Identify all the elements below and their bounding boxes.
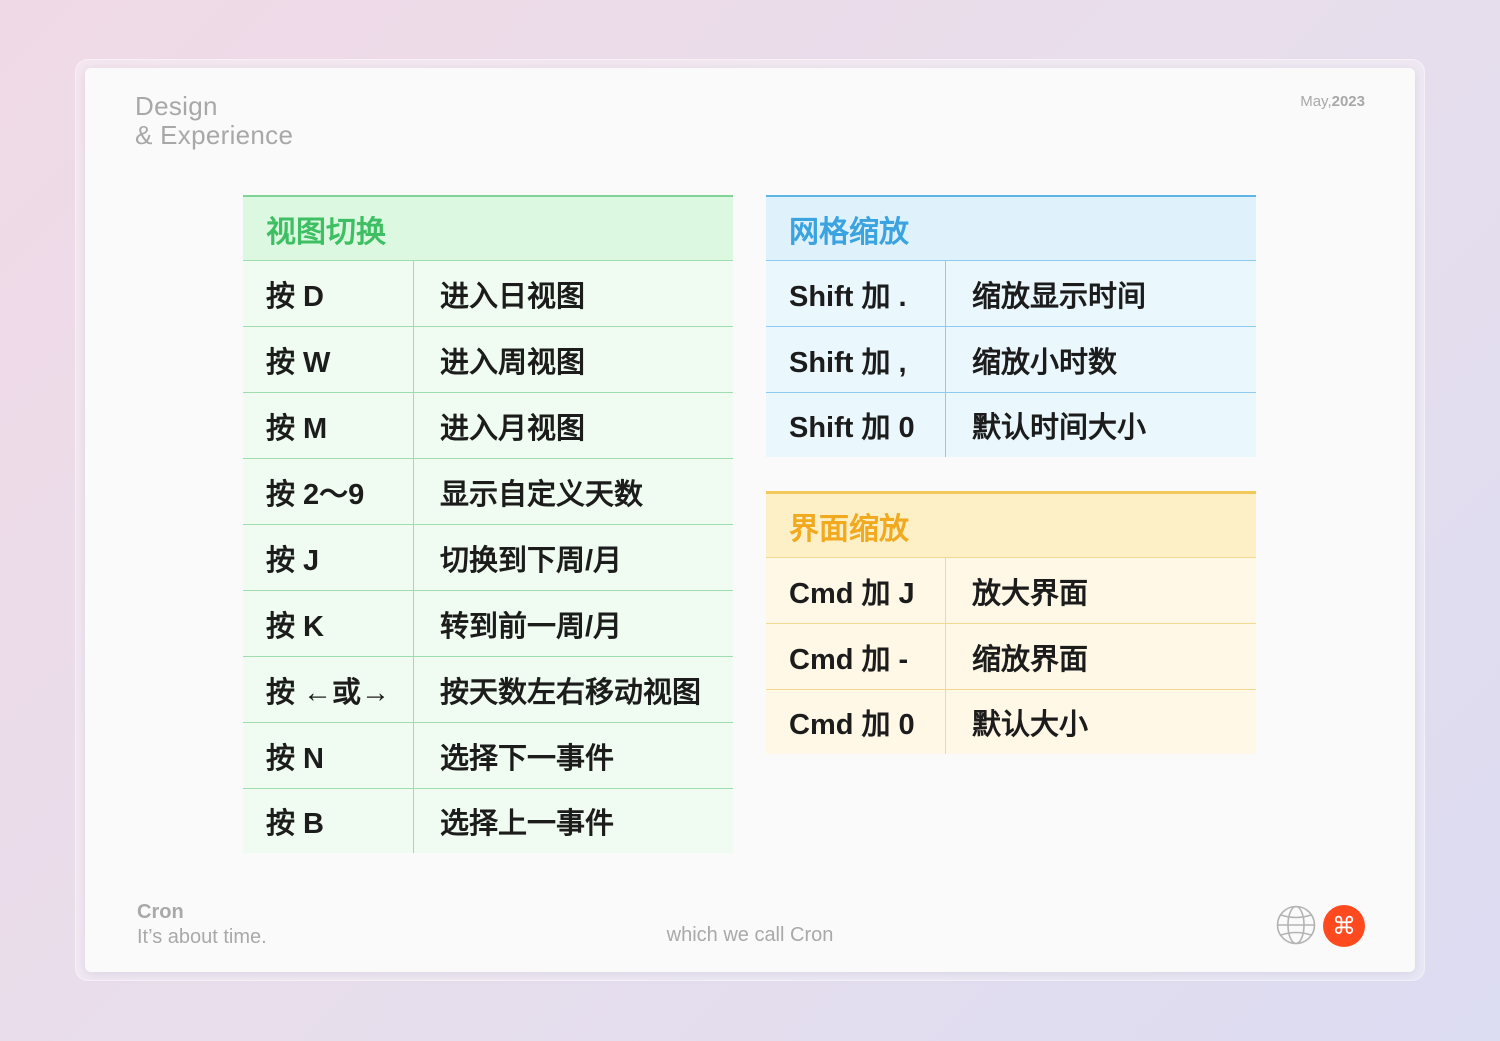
grid-zoom-table: 网格缩放 Shift 加 . 缩放显示时间 Shift 加 , 缩放小时数 Shif… [766,195,1256,457]
shortcut-key: 按 M [243,393,414,458]
table-row: Cmd 加 - 缩放界面 [766,624,1256,690]
shortcut-action: 缩放界面 [972,643,1089,676]
shortcut-key: 按 D [243,261,414,326]
app-name: Cron [137,901,184,923]
globe-icon[interactable] [1276,905,1316,945]
table-row: Cmd 加 0 默认大小 [766,690,1256,754]
brand-line-2: & Experience [135,120,294,150]
shortcut-key: 按 W [243,327,414,392]
date-month: May, [1300,93,1332,110]
shortcut-action: 缩放显示时间 [972,280,1147,313]
table-row: Shift 加 0 默认时间大小 [766,393,1256,457]
table-row: 按 D 进入日视图 [243,261,733,327]
shortcut-action: 选择上一事件 [440,808,615,840]
shortcut-key: Cmd 加 - [766,624,946,689]
shortcut-action: 转到前一周/月 [440,610,623,643]
shortcut-action: 默认时间大小 [972,412,1147,444]
shortcut-key: 按 J [243,525,414,590]
footer-center-text: which we call Cron [666,924,834,946]
shortcut-key: 按 N [243,723,414,788]
view-switch-table: 视图切换 按 D 进入日视图 按 W 进入周视图 按 M 进入月视图 按 2～9 显示自… [243,195,733,853]
shortcut-action: 显示自定义天数 [440,478,644,511]
shortcut-action: 切换到下周/月 [440,544,623,577]
shortcut-key: 按 2～9 [243,459,414,524]
table-row: 按 N 选择下一事件 [243,723,733,789]
shortcut-action: 进入日视图 [440,280,586,313]
shortcut-key: Cmd 加 0 [766,690,946,754]
shortcut-key: Shift 加 0 [766,393,946,457]
table-row: 按 J 切换到下周/月 [243,525,733,591]
shortcut-key: Cmd 加 J [766,558,946,623]
shortcut-key: 按 B [243,789,414,853]
table-row: Shift 加 . 缩放显示时间 [766,261,1256,327]
shortcut-key: 按 ←或→ [243,657,414,722]
shortcut-action: 进入月视图 [440,412,586,445]
table-row: Cmd 加 J 放大界面 [766,558,1256,624]
table-row: 按 B 选择上一事件 [243,789,733,853]
ui-zoom-title: 界面缩放 [766,494,1256,558]
shortcut-action: 放大界面 [972,577,1089,610]
shortcut-key: Shift 加 , [766,327,946,392]
brand-line-1: Design [135,91,218,121]
command-icon[interactable]: ⌘ [1323,905,1365,947]
shortcut-action: 按天数左右移动视图 [440,676,702,709]
grid-zoom-title: 网格缩放 [766,197,1256,261]
date-label: May,2023 [1300,93,1365,110]
date-year: 2023 [1331,93,1365,110]
shortcut-key: 按 K [243,591,414,656]
shortcut-key: Shift 加 . [766,261,946,326]
brand-title: Design & Experience [135,92,293,150]
shortcut-action: 默认大小 [972,709,1089,741]
command-glyph: ⌘ [1332,912,1356,940]
shortcut-action: 进入周视图 [440,346,586,379]
view-switch-title: 视图切换 [243,197,733,261]
table-row: 按 2～9 显示自定义天数 [243,459,733,525]
ui-zoom-table: 界面缩放 Cmd 加 J 放大界面 Cmd 加 - 缩放界面 Cmd 加 0 默认大小 [766,491,1256,754]
shortcut-action: 缩放小时数 [972,346,1118,379]
table-row: 按 ←或→ 按天数左右移动视图 [243,657,733,723]
table-row: 按 K 转到前一周/月 [243,591,733,657]
shortcut-action: 选择下一事件 [440,742,615,775]
table-row: 按 M 进入月视图 [243,393,733,459]
table-row: 按 W 进入周视图 [243,327,733,393]
table-row: Shift 加 , 缩放小时数 [766,327,1256,393]
